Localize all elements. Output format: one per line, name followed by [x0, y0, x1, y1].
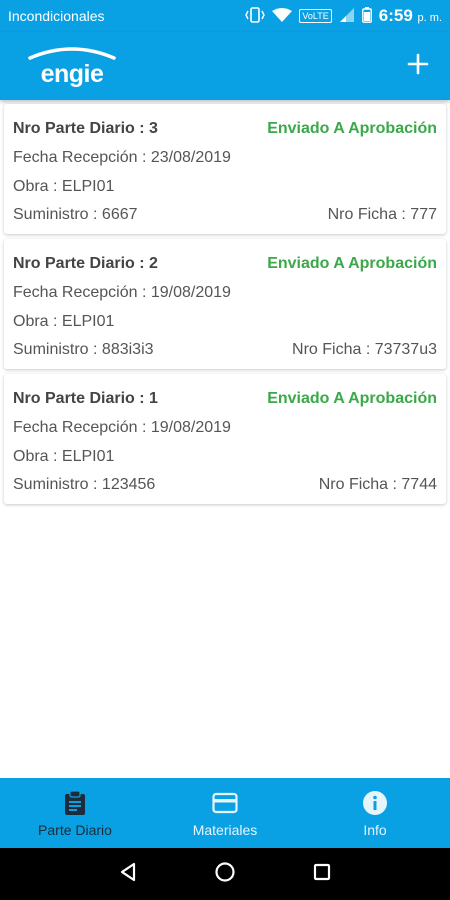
list-item[interactable]: Nro Parte Diario : 3 Enviado A Aprobació… — [4, 104, 446, 234]
clipboard-icon — [62, 790, 88, 816]
nro-ficha: Nro Ficha : 73737u3 — [292, 341, 437, 358]
parte-number: Nro Parte Diario : 2 — [13, 255, 158, 272]
add-button[interactable] — [400, 48, 436, 84]
app-bar: engie — [0, 32, 450, 100]
system-nav-bar — [0, 848, 450, 900]
vibrate-icon — [245, 6, 266, 26]
fecha-recepcion: Fecha Recepción : 19/08/2019 — [13, 419, 231, 436]
credit-card-icon — [212, 790, 238, 816]
fecha-recepcion: Fecha Recepción : 19/08/2019 — [13, 284, 231, 301]
wifi-icon — [272, 7, 293, 25]
signal-icon — [339, 7, 355, 25]
engie-logo: engie — [22, 44, 122, 88]
tab-label: Info — [363, 822, 387, 838]
battery-icon — [361, 6, 372, 26]
volte-badge: VoLTE — [299, 9, 332, 23]
back-triangle-icon — [118, 862, 138, 887]
tab-materiales[interactable]: Materiales — [150, 778, 300, 848]
tab-label: Materiales — [192, 822, 258, 838]
status-badge: Enviado A Aprobación — [267, 120, 437, 137]
status-badge: Enviado A Aprobación — [267, 390, 437, 407]
info-icon — [362, 790, 388, 816]
parte-number: Nro Parte Diario : 1 — [13, 390, 158, 407]
parte-number: Nro Parte Diario : 3 — [13, 120, 158, 137]
nro-ficha: Nro Ficha : 777 — [327, 206, 437, 223]
list-item[interactable]: Nro Parte Diario : 1 Enviado A Aprobació… — [4, 374, 446, 504]
obra: Obra : ELPI01 — [13, 448, 115, 465]
tab-label: Parte Diario — [38, 822, 112, 838]
fecha-recepcion: Fecha Recepción : 23/08/2019 — [13, 149, 231, 166]
status-icons: VoLTE 6:59 p. m. — [245, 6, 442, 26]
tab-parte-diario[interactable]: Parte Diario — [0, 778, 150, 848]
bottom-nav: Parte Diario Materiales Info — [0, 778, 450, 848]
home-button[interactable] — [212, 861, 238, 887]
clock: 6:59 p. m. — [378, 6, 442, 25]
recents-square-icon — [312, 862, 332, 887]
back-button[interactable] — [115, 861, 141, 887]
obra: Obra : ELPI01 — [13, 313, 115, 330]
status-bar: Incondicionales VoLTE 6:59 p. m. — [0, 0, 450, 32]
suministro: Suministro : 123456 — [13, 476, 156, 493]
tab-info[interactable]: Info — [300, 778, 450, 848]
list-item[interactable]: Nro Parte Diario : 2 Enviado A Aprobació… — [4, 239, 446, 369]
plus-icon — [407, 53, 429, 80]
recents-button[interactable] — [309, 861, 335, 887]
obra: Obra : ELPI01 — [13, 178, 115, 195]
nro-ficha: Nro Ficha : 7744 — [318, 476, 437, 493]
status-badge: Enviado A Aprobación — [267, 255, 437, 272]
suministro: Suministro : 6667 — [13, 206, 138, 223]
svg-text:engie: engie — [41, 60, 104, 88]
suministro: Suministro : 883i3i3 — [13, 341, 154, 358]
home-circle-icon — [214, 861, 236, 888]
carrier-name: Incondicionales — [8, 8, 105, 24]
